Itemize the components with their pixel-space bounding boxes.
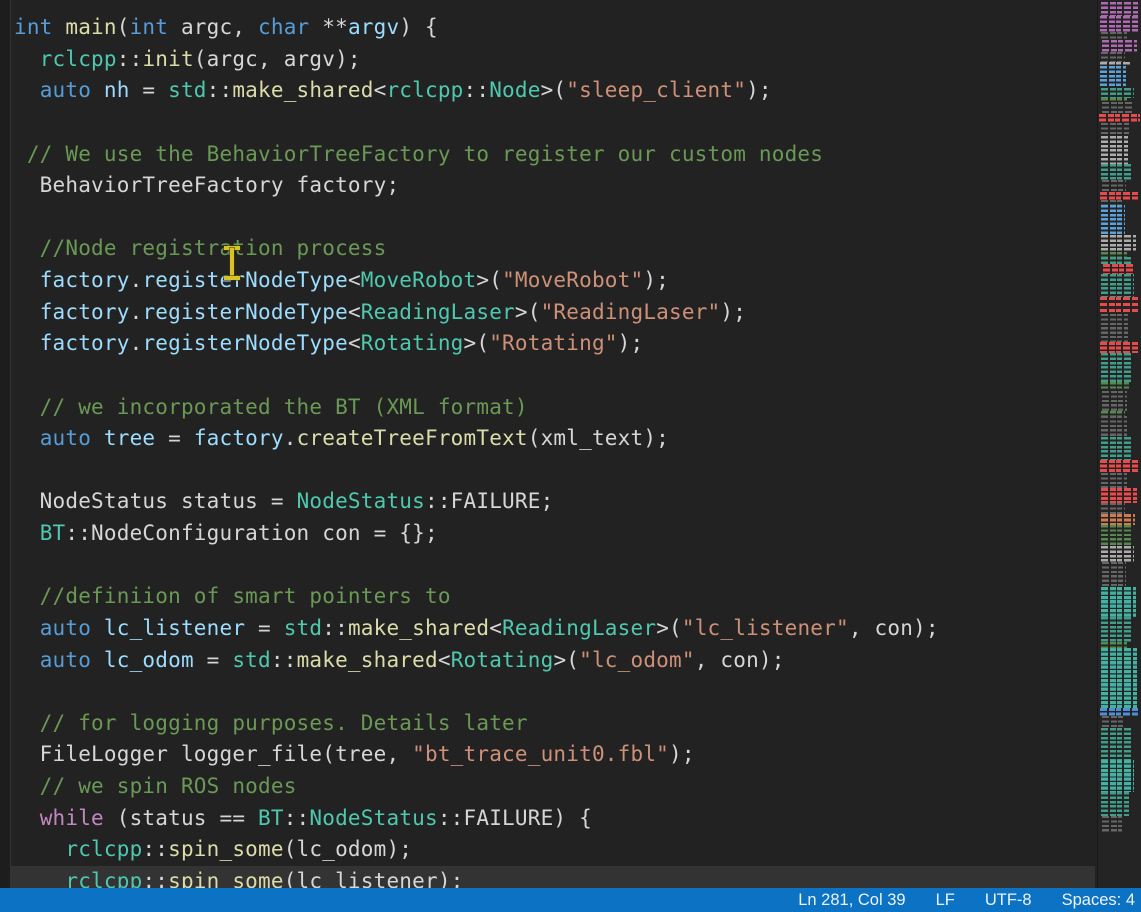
minimap-band bbox=[1100, 342, 1138, 353]
status-eol[interactable]: LF bbox=[936, 891, 955, 910]
status-line-col[interactable]: Ln 281, Col 39 bbox=[798, 891, 905, 910]
code-line[interactable]: // for logging purposes. Details later bbox=[14, 708, 1095, 740]
code-line[interactable] bbox=[14, 676, 1095, 708]
minimap-band bbox=[1101, 416, 1127, 437]
minimap-band bbox=[1101, 235, 1135, 252]
code-line[interactable]: // we incorporated the BT (XML format) bbox=[14, 392, 1095, 424]
minimap-band bbox=[1101, 587, 1135, 617]
minimap-band bbox=[1101, 88, 1133, 98]
code-line[interactable]: //Node registration process bbox=[14, 233, 1095, 265]
minimap-band bbox=[1101, 728, 1131, 760]
minimap-band bbox=[1101, 382, 1129, 391]
minimap-band bbox=[1101, 525, 1130, 546]
code-line[interactable]: factory.registerNodeType<Rotating>("Rota… bbox=[14, 328, 1095, 360]
minimap-band bbox=[1102, 391, 1127, 411]
minimap[interactable] bbox=[1097, 0, 1141, 888]
code-line[interactable] bbox=[14, 202, 1095, 234]
code-line[interactable]: rclcpp::init(argc, argv); bbox=[14, 44, 1095, 76]
code-line[interactable]: factory.registerNodeType<MoveRobot>("Mov… bbox=[14, 265, 1095, 297]
code-line[interactable] bbox=[14, 550, 1095, 582]
minimap-band bbox=[1101, 792, 1129, 816]
code-area[interactable]: int main(int argc, char **argv) { rclcpp… bbox=[11, 0, 1095, 900]
code-line[interactable]: rclcpp::spin_some(lc_odom); bbox=[14, 834, 1095, 866]
minimap-band bbox=[1101, 546, 1133, 562]
minimap-band bbox=[1102, 716, 1124, 728]
minimap-band bbox=[1100, 708, 1139, 716]
minimap-band bbox=[1101, 136, 1128, 164]
status-bar: Ln 281, Col 39 LF UTF-8 Spaces: 4 bbox=[0, 888, 1141, 912]
minimap-band bbox=[1101, 123, 1129, 136]
code-line[interactable]: int main(int argc, char **argv) { bbox=[14, 12, 1095, 44]
minimap-band bbox=[1101, 617, 1131, 642]
minimap-band bbox=[1102, 180, 1126, 192]
code-line[interactable] bbox=[14, 360, 1095, 392]
minimap-band bbox=[1102, 102, 1132, 114]
minimap-band bbox=[1102, 816, 1121, 832]
code-line[interactable]: auto nh = std::make_shared<rclcpp::Node>… bbox=[14, 75, 1095, 107]
minimap-band bbox=[1101, 353, 1131, 382]
status-encoding[interactable]: UTF-8 bbox=[985, 891, 1032, 910]
minimap-band bbox=[1101, 257, 1131, 264]
minimap-band bbox=[1101, 2, 1138, 16]
minimap-band bbox=[1101, 32, 1127, 40]
status-indentation[interactable]: Spaces: 4 bbox=[1062, 891, 1135, 910]
minimap-band bbox=[1101, 274, 1133, 297]
minimap-band bbox=[1099, 114, 1140, 123]
code-line[interactable]: FileLogger logger_file(tree, "bt_trace_u… bbox=[14, 739, 1095, 771]
code-line[interactable]: while (status == BT::NodeStatus::FAILURE… bbox=[14, 803, 1095, 835]
code-line[interactable]: NodeStatus status = NodeStatus::FAILURE; bbox=[14, 486, 1095, 518]
code-line[interactable]: // we spin ROS nodes bbox=[14, 771, 1095, 803]
code-line[interactable]: factory.registerNodeType<ReadingLaser>("… bbox=[14, 297, 1095, 329]
minimap-band bbox=[1101, 314, 1128, 342]
minimap-band bbox=[1100, 297, 1140, 314]
minimap-band bbox=[1101, 437, 1132, 460]
minimap-band bbox=[1100, 192, 1139, 200]
minimap-band bbox=[1101, 514, 1135, 525]
code-line[interactable] bbox=[14, 107, 1095, 139]
minimap-band bbox=[1100, 16, 1139, 32]
code-line[interactable]: auto lc_odom = std::make_shared<Rotating… bbox=[14, 645, 1095, 677]
code-line[interactable]: BT::NodeConfiguration con = {}; bbox=[14, 518, 1095, 550]
code-line[interactable]: auto lc_listener = std::make_shared<Read… bbox=[14, 613, 1095, 645]
code-line[interactable]: // We use the BehaviorTreeFactory to reg… bbox=[14, 139, 1095, 171]
minimap-band bbox=[1101, 760, 1135, 792]
code-line[interactable] bbox=[14, 455, 1095, 487]
text-ibeam-cursor-icon bbox=[223, 246, 241, 280]
minimap-band bbox=[1101, 503, 1125, 514]
minimap-band bbox=[1102, 40, 1136, 52]
minimap-band bbox=[1101, 52, 1125, 62]
minimap-band bbox=[1103, 264, 1133, 274]
code-line[interactable]: auto tree = factory.createTreeFromText(x… bbox=[14, 423, 1095, 455]
code-line[interactable]: //definiion of smart pointers to bbox=[14, 581, 1095, 613]
minimap-band bbox=[1101, 648, 1138, 708]
gutter-strip bbox=[0, 0, 10, 888]
minimap-band bbox=[1102, 562, 1126, 587]
minimap-band bbox=[1100, 66, 1126, 88]
minimap-band bbox=[1101, 164, 1131, 180]
minimap-band bbox=[1101, 488, 1138, 503]
minimap-band bbox=[1101, 473, 1127, 488]
editor-window: int main(int argc, char **argv) { rclcpp… bbox=[0, 0, 1141, 912]
minimap-band bbox=[1101, 205, 1125, 235]
code-line[interactable]: BehaviorTreeFactory factory; bbox=[14, 170, 1095, 202]
minimap-band bbox=[1100, 460, 1139, 473]
